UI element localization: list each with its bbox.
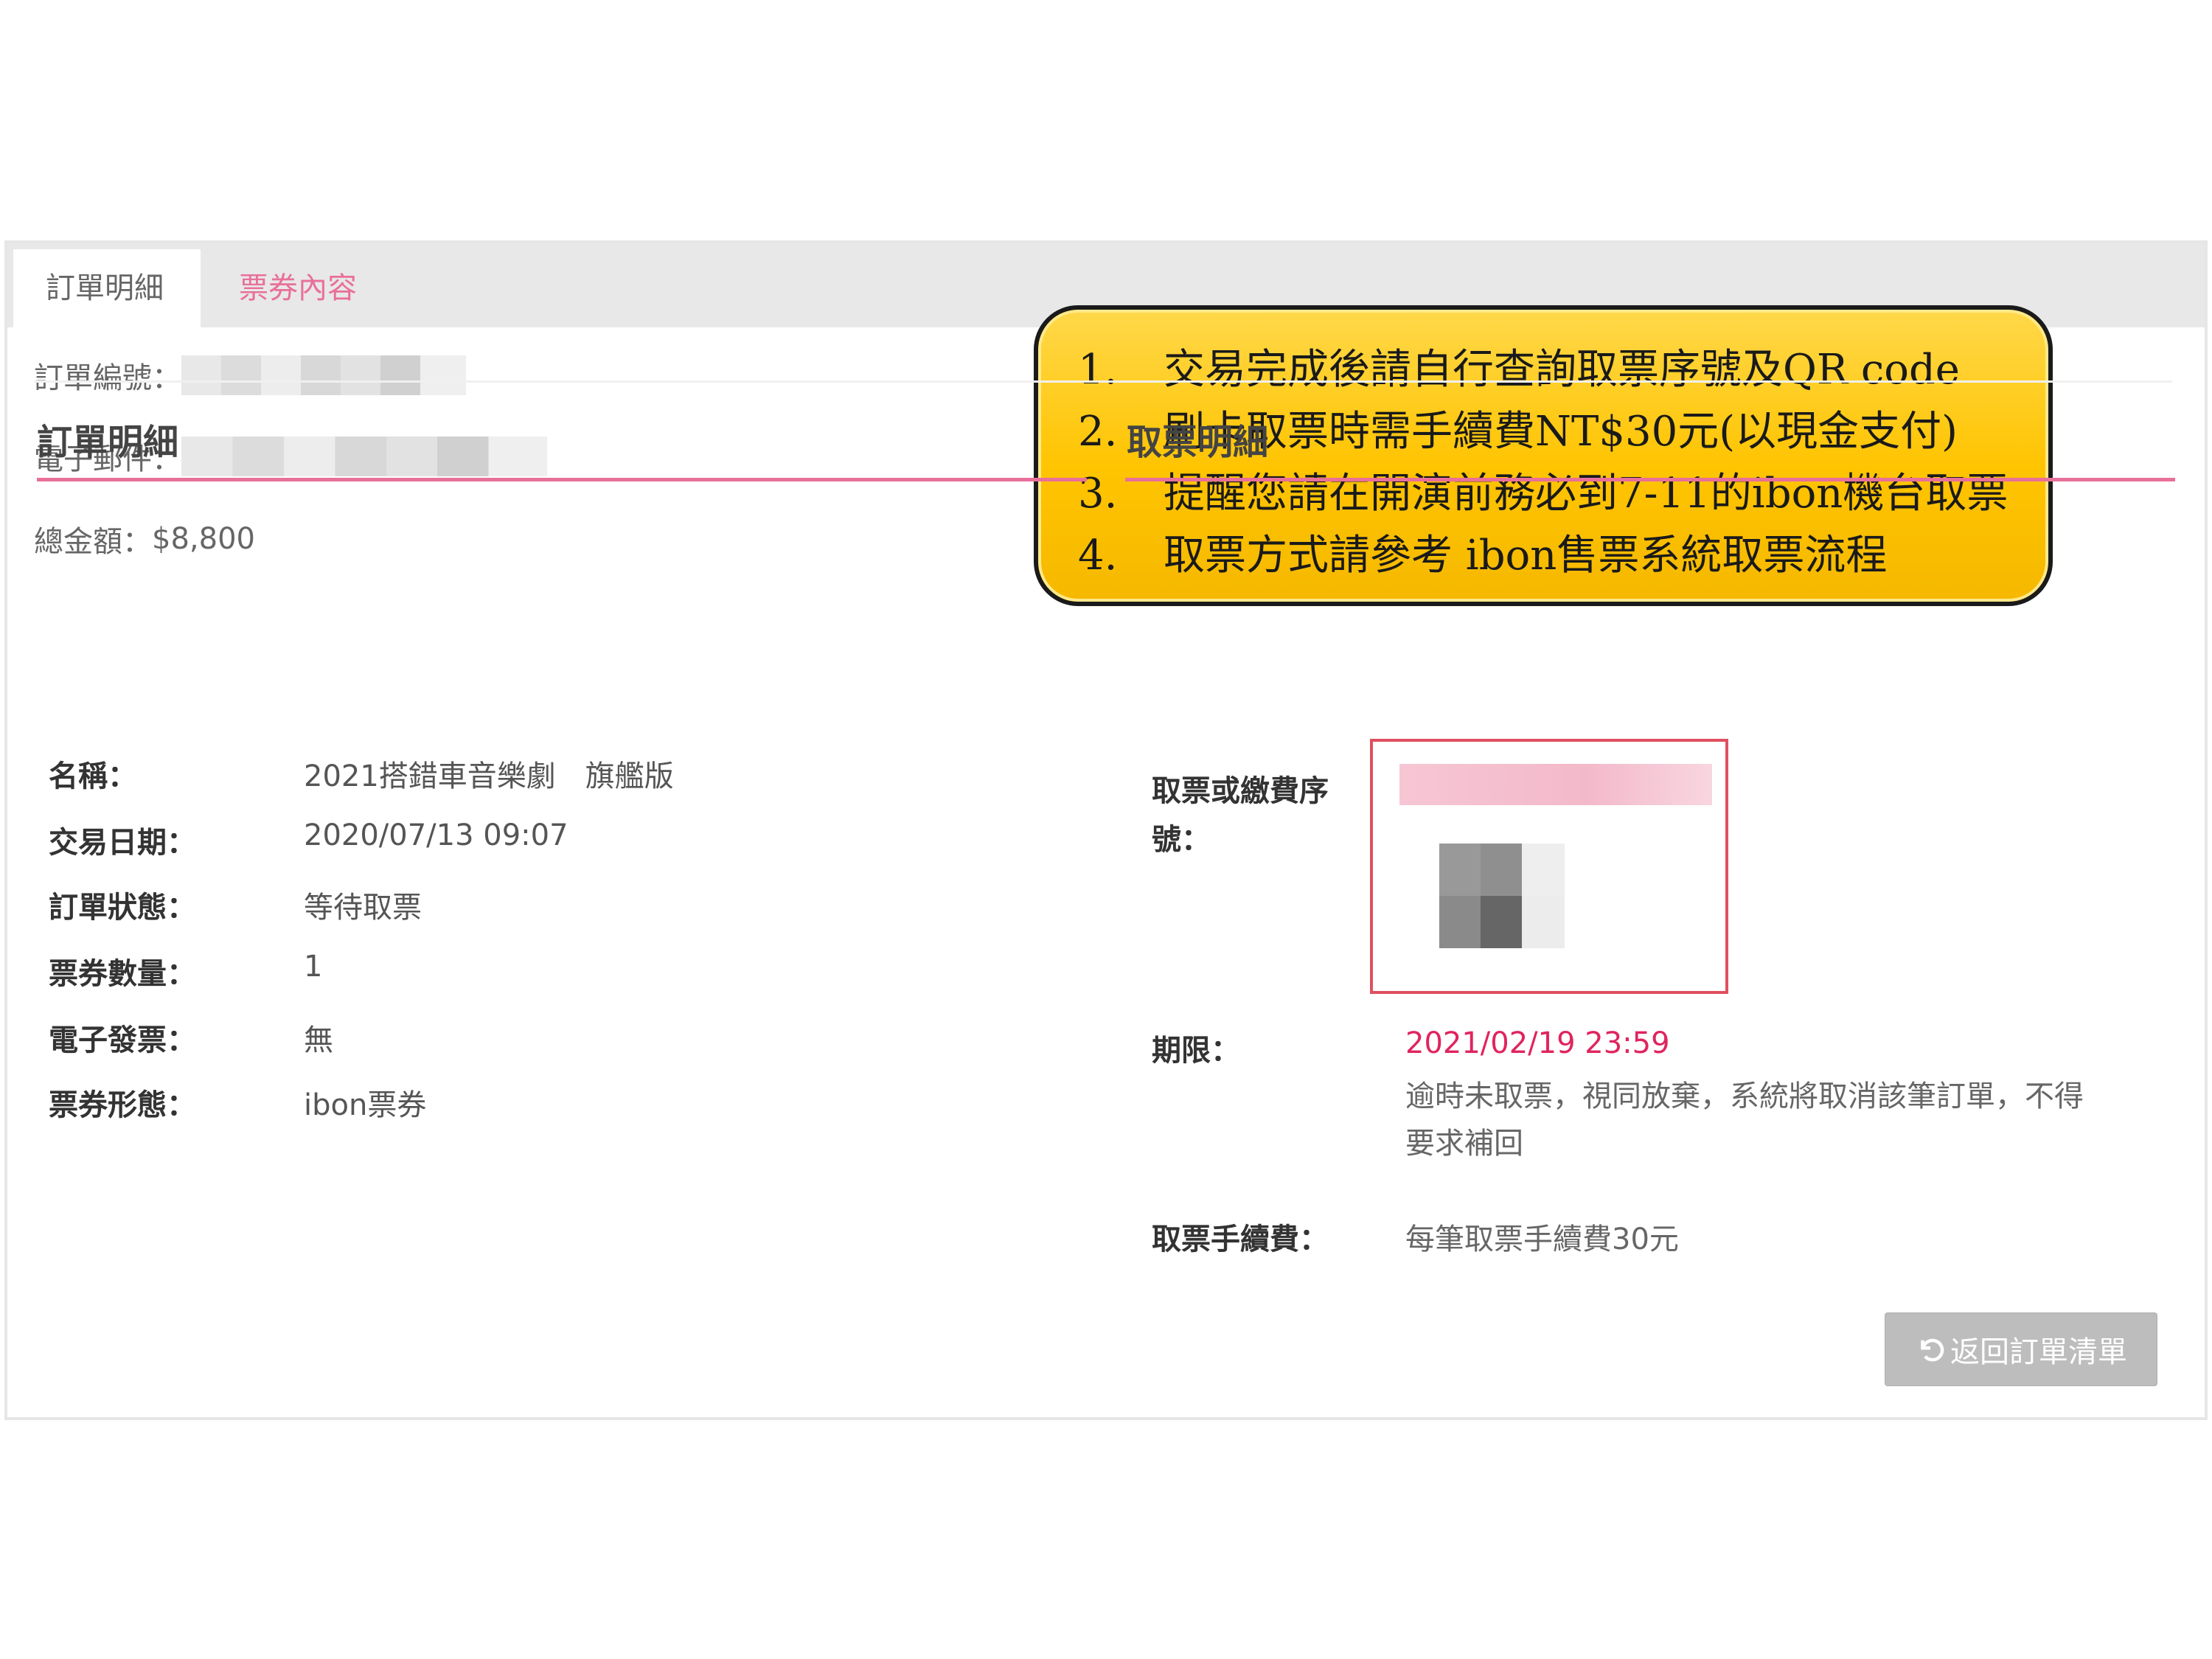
serial-redacted — [1399, 764, 1712, 805]
fee-label: 取票手續費： — [1152, 1222, 1329, 1256]
divider — [34, 380, 2172, 383]
field-label-ticket-type: 票券形態： — [49, 1088, 196, 1122]
undo-icon — [1921, 1338, 1944, 1362]
order-number-redacted — [181, 355, 466, 395]
pickup-detail-underline — [1125, 478, 2175, 481]
fee-value: 每筆取票手續費30元 — [1405, 1222, 1679, 1256]
serial-label-line1: 取票或繳費序 — [1152, 774, 1329, 808]
pickup-detail-title: 取票明細 — [1127, 422, 1269, 463]
deadline-note-line1: 逾時未取票，視同放棄，系統將取消該筆訂單，不得 — [1405, 1079, 2084, 1113]
field-value-trade-date: 2020/07/13 09:07 — [304, 818, 568, 852]
total-value: $8,800 — [152, 522, 255, 556]
field-label-order-status: 訂單狀態： — [49, 891, 196, 925]
back-to-order-list-button[interactable]: 返回訂單清單 — [1885, 1312, 2157, 1386]
tab-ticket-content[interactable]: 票券內容 — [206, 249, 389, 327]
email-redacted — [181, 437, 547, 476]
qr-code-redacted — [1439, 844, 1565, 948]
field-label-e-invoice: 電子發票： — [49, 1023, 196, 1057]
field-label-trade-date: 交易日期： — [49, 826, 196, 860]
deadline-value: 2021/02/19 23:59 — [1405, 1026, 1670, 1060]
order-detail-title: 訂單明細 — [37, 422, 179, 463]
deadline-label: 期限： — [1152, 1034, 1240, 1068]
notice-item: 3. 提醒您請在開演前務必到7-11的ibon機台取票 — [1078, 470, 2008, 518]
back-button-label: 返回訂單清單 — [1950, 1335, 2127, 1369]
ticket-serial-box — [1370, 739, 1728, 994]
tab-order-detail[interactable]: 訂單明細 — [13, 249, 201, 327]
order-detail-underline — [37, 478, 1087, 481]
field-value-name: 2021搭錯車音樂劇 旗艦版 — [304, 759, 674, 793]
total-row: 總金額： $8,800 — [34, 518, 255, 560]
field-value-ticket-count: 1 — [304, 950, 323, 984]
notice-item: 1. 交易完成後請自行查詢取票序號及QR code — [1078, 346, 1960, 394]
field-label-name: 名稱： — [49, 759, 137, 793]
deadline-note-line2: 要求補回 — [1405, 1127, 1523, 1161]
order-number-row: 訂單編號： — [34, 354, 466, 397]
total-label: 總金額： — [34, 525, 152, 559]
order-number-label: 訂單編號： — [34, 361, 181, 395]
notice-item: 4. 取票方式請參考 ibon售票系統取票流程 — [1078, 532, 1888, 580]
field-value-ticket-type: ibon票券 — [304, 1088, 427, 1122]
serial-label-line2: 號： — [1152, 823, 1211, 857]
field-label-ticket-count: 票券數量： — [49, 957, 196, 991]
field-value-e-invoice: 無 — [304, 1023, 333, 1057]
field-value-order-status: 等待取票 — [304, 891, 422, 925]
